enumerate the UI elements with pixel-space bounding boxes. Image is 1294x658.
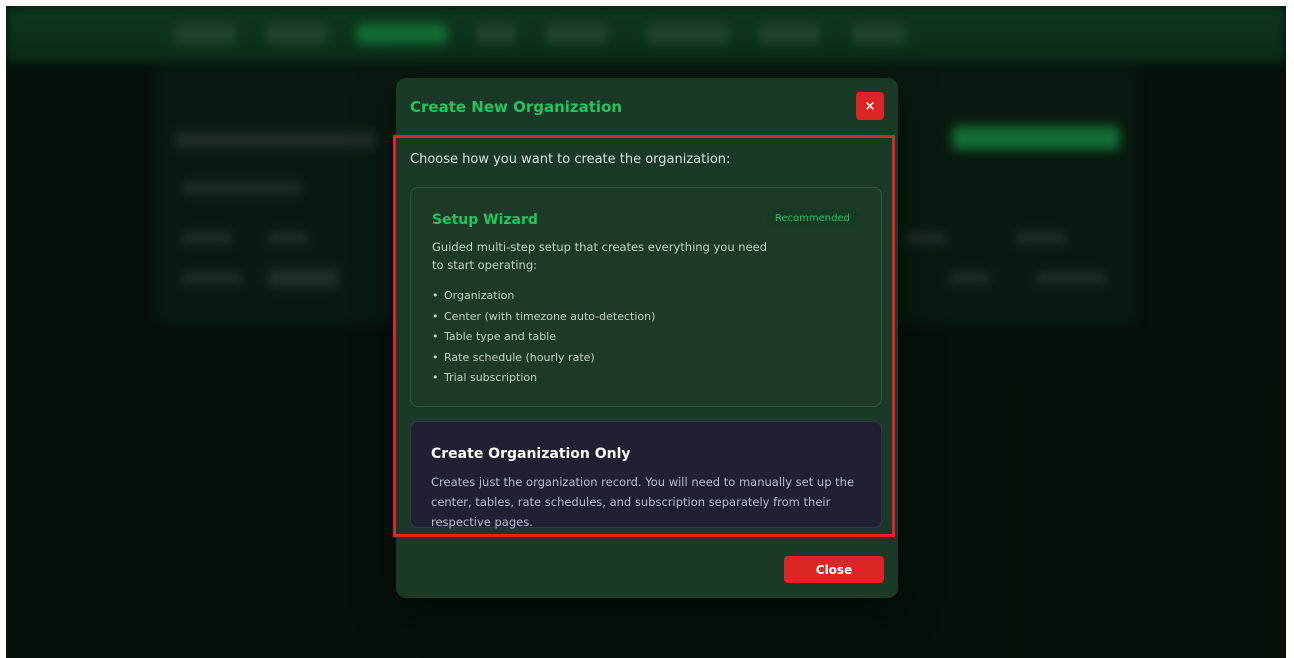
recommended-badge: Recommended (764, 209, 860, 228)
setup-wizard-card[interactable]: Setup Wizard Recommended Guided multi-st… (410, 187, 882, 407)
list-item: Table type and table (432, 327, 655, 348)
setup-wizard-list: Organization Center (with timezone auto-… (432, 286, 655, 389)
modal-title: Create New Organization (410, 98, 623, 116)
close-button[interactable]: Close (784, 556, 884, 583)
list-item: Center (with timezone auto-detection) (432, 307, 655, 328)
create-organization-only-card[interactable]: Create Organization Only Creates just th… (410, 421, 882, 529)
app-viewport: Create New Organization × Choose how you… (6, 6, 1286, 658)
list-item: Trial subscription (432, 368, 655, 389)
close-icon-button[interactable]: × (856, 92, 884, 120)
create-organization-modal: Create New Organization × Choose how you… (393, 78, 898, 598)
setup-wizard-title: Setup Wizard (432, 212, 538, 228)
list-item: Organization (432, 286, 655, 307)
org-only-title: Create Organization Only (431, 446, 631, 462)
setup-wizard-description: Guided multi-step setup that creates eve… (432, 240, 768, 272)
modal-intro-text: Choose how you want to create the organi… (410, 152, 731, 167)
list-item: Rate schedule (hourly rate) (432, 348, 655, 369)
org-only-description: Creates just the organization record. Yo… (431, 475, 855, 529)
